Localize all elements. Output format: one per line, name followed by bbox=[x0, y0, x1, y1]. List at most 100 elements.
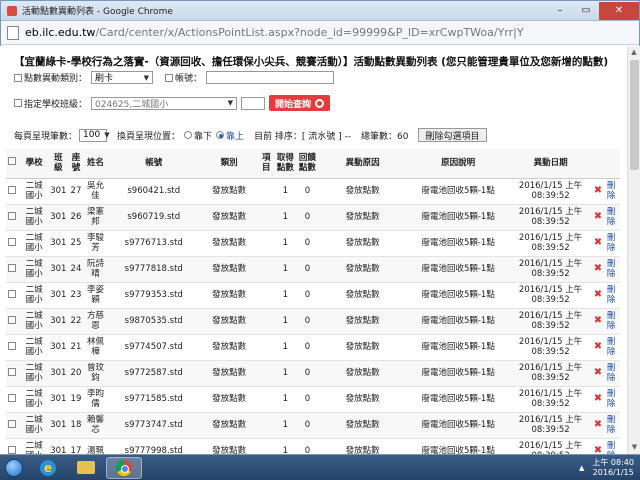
cell-reason: 發放點數 bbox=[318, 360, 407, 387]
cell-class: 301 bbox=[48, 204, 69, 231]
address-bar[interactable]: eb.ilc.edu.tw/Card/center/x/ActionsPoint… bbox=[1, 21, 639, 45]
taskbar-chrome[interactable] bbox=[106, 456, 142, 479]
table-row: 二城國小 301 27 吳允佳 s960421.std 發放點數 1 0 發放點數 廢電池回收5顆… bbox=[6, 178, 620, 205]
row-checkbox[interactable] bbox=[8, 211, 17, 220]
row-select-cell[interactable] bbox=[6, 178, 21, 205]
col-points-gained[interactable]: 取得點數 bbox=[274, 148, 297, 179]
scroll-down-icon[interactable]: ▼ bbox=[628, 441, 640, 454]
table-row: 二城國小 301 22 方慈恩 s9870535.std 發放點數 1 0 發放點數 廢電池回收5… bbox=[6, 308, 620, 335]
url-text[interactable]: eb.ilc.edu.tw/Card/center/x/ActionsPoint… bbox=[25, 26, 524, 39]
col-points-feedback[interactable]: 回饋點數 bbox=[296, 148, 319, 179]
cell-account: s9777818.std bbox=[107, 256, 200, 283]
points-table: 學校 班級 座號 姓名 帳號 類別 項目 取得點數 回饋點數 異動原因 原因說明… bbox=[6, 148, 620, 454]
row-select-cell[interactable] bbox=[6, 412, 21, 439]
clock[interactable]: 上午 08:40 2016/1/15 bbox=[592, 458, 634, 478]
tray-expand-icon[interactable]: ▲ bbox=[579, 464, 584, 472]
maximize-button[interactable]: ▭ bbox=[573, 2, 599, 20]
row-select-cell[interactable] bbox=[6, 256, 21, 283]
row-select-cell[interactable] bbox=[6, 438, 21, 454]
start-button[interactable] bbox=[0, 456, 28, 480]
row-checkbox[interactable] bbox=[8, 263, 17, 272]
account-input[interactable] bbox=[206, 71, 335, 84]
type-checkbox[interactable] bbox=[14, 73, 22, 82]
cell-category: 發放點數 bbox=[199, 230, 259, 257]
delete-link[interactable]: ✖刪除 bbox=[594, 389, 618, 409]
row-checkbox[interactable] bbox=[8, 289, 17, 298]
col-date[interactable]: 異動日期 bbox=[509, 148, 592, 179]
taskbar-explorer[interactable] bbox=[68, 457, 104, 479]
row-select-cell[interactable] bbox=[6, 204, 21, 231]
cell-class: 301 bbox=[48, 308, 69, 335]
delete-link[interactable]: ✖刪除 bbox=[594, 415, 618, 435]
cell-reason: 發放點數 bbox=[318, 282, 407, 309]
row-select-cell[interactable] bbox=[6, 386, 21, 413]
col-school[interactable]: 學校 bbox=[20, 148, 49, 179]
cell-item bbox=[258, 256, 275, 283]
row-checkbox[interactable] bbox=[8, 367, 17, 376]
cell-points-gained: 1 bbox=[274, 178, 297, 205]
type-select[interactable]: 刷卡 ▼ bbox=[91, 71, 154, 84]
cell-points-feedback: 0 bbox=[296, 412, 319, 439]
list-toolbar: 每頁呈現筆數： 100 ▼ 換頁呈現位置： 靠下 靠上 目前 排序：[ 流水號 ]… bbox=[14, 128, 487, 142]
row-checkbox[interactable] bbox=[8, 419, 17, 428]
school-select[interactable]: 024625,二城國小 ▼ bbox=[91, 96, 238, 110]
minimize-button[interactable]: – bbox=[547, 2, 573, 20]
radio-up[interactable] bbox=[216, 131, 225, 139]
query-button[interactable]: 開始查詢 bbox=[269, 95, 331, 111]
col-account[interactable]: 帳號 bbox=[107, 148, 200, 179]
cell-action: ✖刪除 bbox=[591, 412, 620, 439]
delete-link[interactable]: ✖刪除 bbox=[594, 207, 618, 227]
class-input[interactable] bbox=[241, 96, 266, 110]
delete-link[interactable]: ✖刪除 bbox=[594, 233, 618, 253]
delete-selected-button[interactable]: 刪除勾選項目 bbox=[418, 128, 487, 142]
col-category[interactable]: 類別 bbox=[199, 148, 259, 179]
row-select-cell[interactable] bbox=[6, 360, 21, 387]
row-checkbox[interactable] bbox=[8, 237, 17, 246]
row-checkbox[interactable] bbox=[8, 393, 17, 402]
delete-link[interactable]: ✖刪除 bbox=[594, 285, 618, 305]
vertical-scrollbar[interactable]: ▲ ▼ bbox=[627, 46, 640, 454]
scroll-thumb[interactable] bbox=[630, 60, 639, 170]
col-item[interactable]: 項目 bbox=[258, 148, 275, 179]
row-checkbox[interactable] bbox=[8, 341, 17, 350]
delete-link[interactable]: ✖刪除 bbox=[594, 441, 618, 454]
folder-icon bbox=[77, 461, 95, 474]
row-select-cell[interactable] bbox=[6, 282, 21, 309]
cell-reason-desc: 廢電池回收5顆-1點 bbox=[406, 360, 510, 387]
delete-link[interactable]: ✖刪除 bbox=[594, 259, 618, 279]
row-select-cell[interactable] bbox=[6, 334, 21, 361]
cell-item bbox=[258, 438, 275, 454]
cell-school: 二城國小 bbox=[20, 360, 49, 387]
select-all-header[interactable] bbox=[6, 148, 21, 179]
per-page-select[interactable]: 100 ▼ bbox=[79, 128, 110, 142]
delete-link[interactable]: ✖刪除 bbox=[594, 337, 618, 357]
row-select-cell[interactable] bbox=[6, 230, 21, 257]
close-button[interactable]: ✕ bbox=[599, 1, 639, 20]
chrome-icon bbox=[116, 459, 132, 476]
delete-link[interactable]: ✖刪除 bbox=[594, 181, 618, 201]
cell-date: 2016/1/15 上午 08:39:52 bbox=[509, 412, 592, 439]
row-checkbox[interactable] bbox=[8, 185, 17, 194]
col-seat[interactable]: 座號 bbox=[68, 148, 84, 179]
cell-reason: 發放點數 bbox=[318, 334, 407, 361]
delete-label: 刪除 bbox=[606, 207, 616, 227]
cell-reason-desc: 廢電池回收5顆-1點 bbox=[406, 282, 510, 309]
delete-link[interactable]: ✖刪除 bbox=[594, 363, 618, 383]
cell-school: 二城國小 bbox=[20, 178, 49, 205]
account-checkbox[interactable] bbox=[165, 73, 174, 82]
col-reason[interactable]: 異動原因 bbox=[318, 148, 407, 179]
radio-down[interactable] bbox=[184, 131, 193, 139]
row-select-cell[interactable] bbox=[6, 308, 21, 335]
col-reason-desc[interactable]: 原因說明 bbox=[406, 148, 510, 179]
taskbar-ie[interactable]: e bbox=[30, 457, 66, 479]
row-checkbox[interactable] bbox=[8, 445, 17, 454]
delete-link[interactable]: ✖刪除 bbox=[594, 311, 618, 331]
select-all-checkbox[interactable] bbox=[8, 157, 17, 166]
col-class[interactable]: 班級 bbox=[48, 148, 69, 179]
school-checkbox[interactable] bbox=[14, 99, 22, 107]
col-name[interactable]: 姓名 bbox=[83, 148, 108, 179]
delete-icon: ✖ bbox=[593, 237, 603, 248]
cell-points-gained: 1 bbox=[274, 256, 297, 283]
scroll-up-icon[interactable]: ▲ bbox=[628, 46, 640, 59]
row-checkbox[interactable] bbox=[8, 315, 17, 324]
